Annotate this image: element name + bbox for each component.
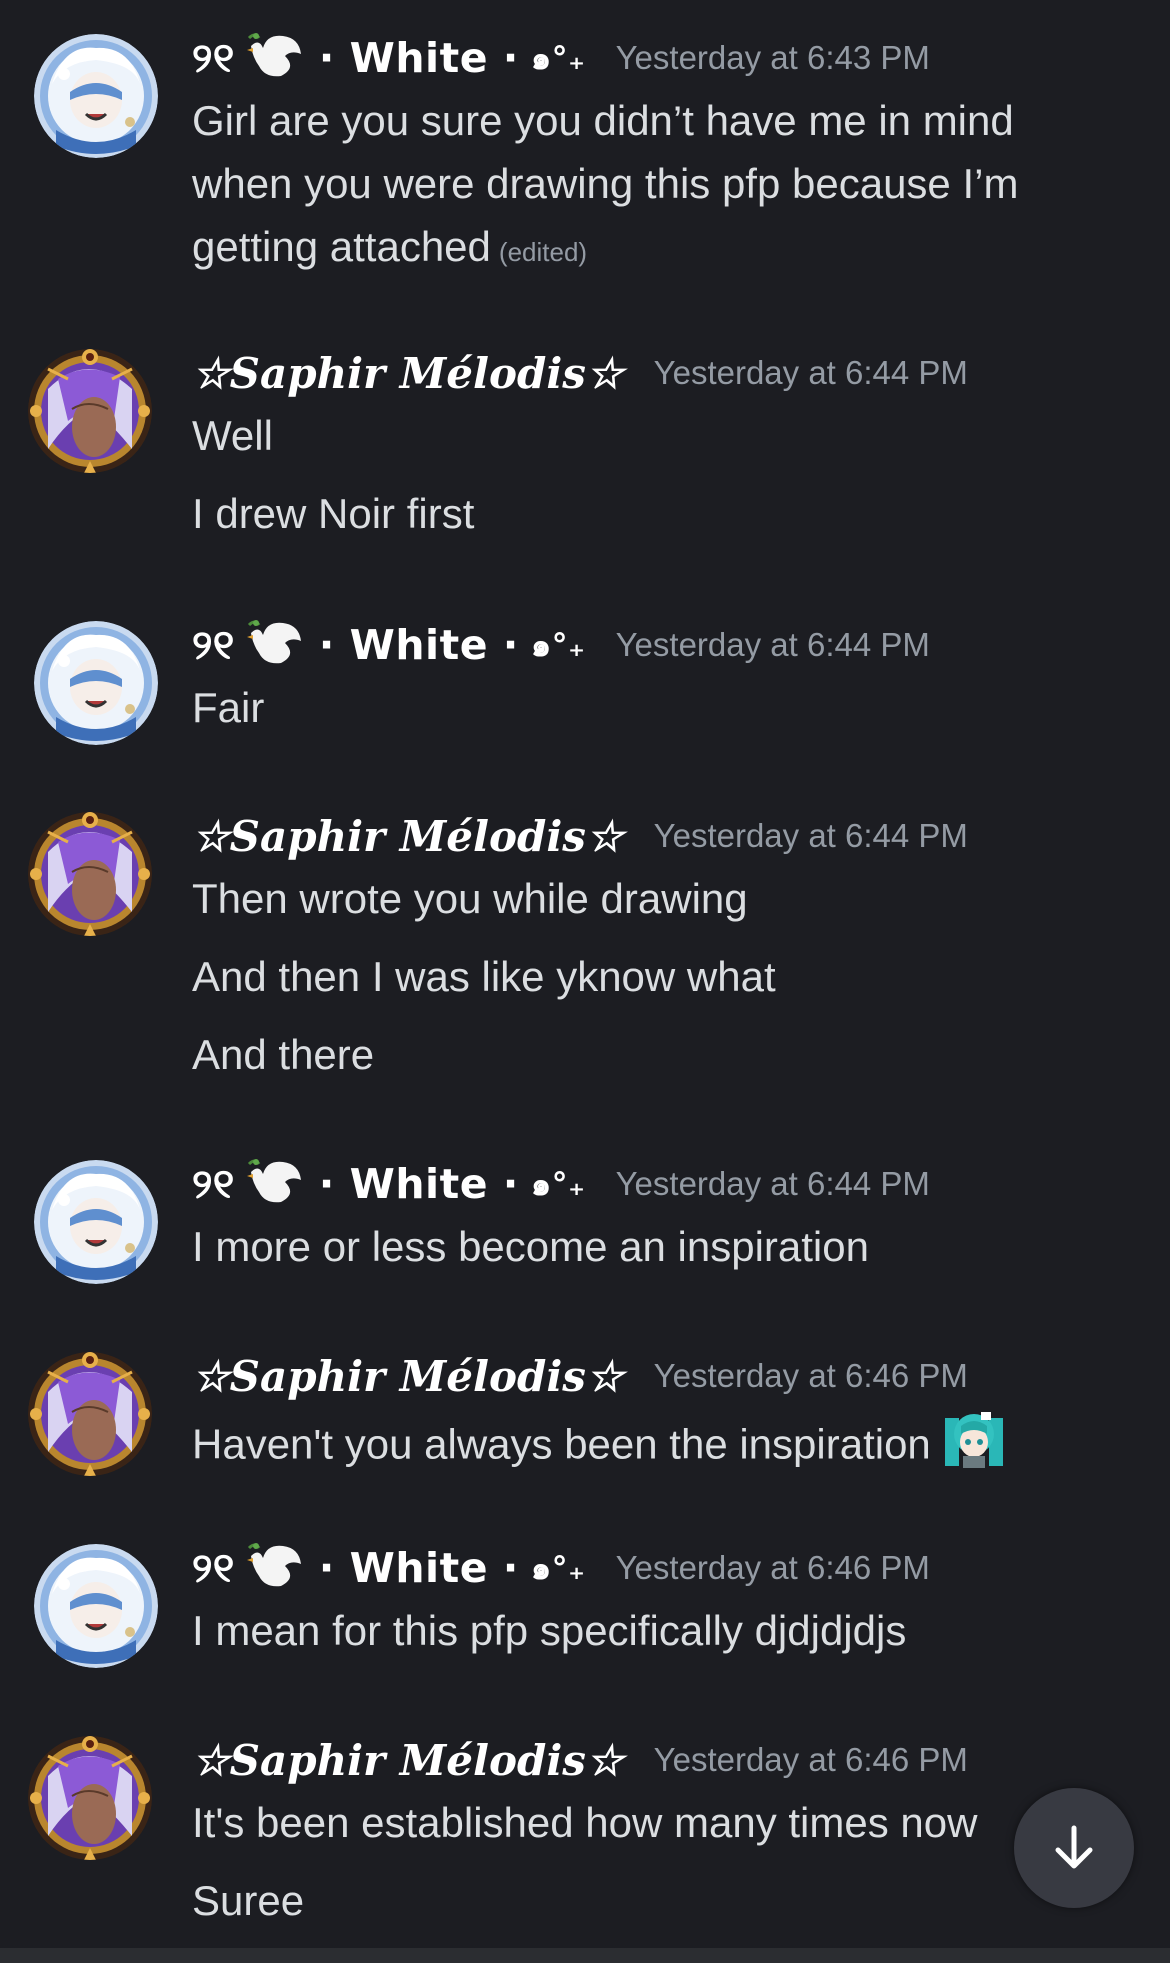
message-text-content: I mean for this pfp specifically djdjdjd… (192, 1607, 907, 1654)
message-text: Suree (192, 1870, 304, 1932)
username[interactable]: · White · (319, 1544, 519, 1592)
scroll-to-bottom-button[interactable] (1014, 1788, 1134, 1908)
timestamp: Yesterday at 6:46 PM (653, 1741, 968, 1778)
username[interactable]: ☆𝑺𝒂𝒑𝒉𝒊𝒓 𝑴𝒆́𝒍𝒐𝒅𝒊𝒔☆ (192, 1736, 624, 1785)
composer-edge (0, 1948, 1170, 1963)
message-text: Girl are you sure you didn’t have me in … (192, 90, 1014, 152)
timestamp: Yesterday at 6:46 PM (615, 1549, 930, 1586)
message-text: Then wrote you while drawing (192, 868, 748, 930)
message-text: Well (192, 405, 273, 467)
username-suffix[interactable]: ๑°₊ (531, 1159, 586, 1210)
message-header: ☆𝑺𝒂𝒑𝒉𝒊𝒓 𝑴𝒆́𝒍𝒐𝒅𝒊𝒔☆ Yesterday at 6:46 PM (192, 1732, 968, 1788)
message-header: ☆𝑺𝒂𝒑𝒉𝒊𝒓 𝑴𝒆́𝒍𝒐𝒅𝒊𝒔☆ Yesterday at 6:44 PM (192, 808, 968, 864)
username[interactable]: · White · (319, 34, 519, 82)
message-header: ୨୧ · White · ๑°₊ Yesterday at 6:43 PM (192, 30, 930, 86)
saphir-avatar[interactable] (28, 812, 152, 936)
username-suffix[interactable]: ๑°₊ (531, 620, 586, 671)
message-text: Fair (192, 677, 264, 739)
message-text-content: Well (192, 412, 273, 459)
username[interactable]: · White · (319, 621, 519, 669)
timestamp: Yesterday at 6:46 PM (653, 1357, 968, 1394)
username[interactable]: ☆𝑺𝒂𝒑𝒉𝒊𝒓 𝑴𝒆́𝒍𝒐𝒅𝒊𝒔☆ (192, 1352, 624, 1401)
username-prefix[interactable]: ୨୧ (192, 621, 235, 670)
message-text-content: Suree (192, 1877, 305, 1924)
message-text-content: I more or less become an inspiration (192, 1223, 869, 1270)
message-text: And there (192, 1024, 374, 1086)
message-header: ୨୧ · White · ๑°₊ Yesterday at 6:44 PM (192, 1156, 930, 1212)
message-text-content: And there (192, 1031, 375, 1078)
message-text-content: when you were drawing this pfp because I… (192, 160, 1019, 207)
message-text: It's been established how many times now (192, 1792, 977, 1854)
message-header: ☆𝑺𝒂𝒑𝒉𝒊𝒓 𝑴𝒆́𝒍𝒐𝒅𝒊𝒔☆ Yesterday at 6:46 PM (192, 1348, 968, 1404)
message-text: And then I was like yknow what (192, 946, 776, 1008)
username-prefix[interactable]: ୨୧ (192, 1544, 235, 1593)
message-text: getting attached (edited) (192, 216, 587, 283)
message-text-content: Haven't you always been the inspiration (192, 1420, 931, 1468)
message-text-content: getting attached (192, 223, 491, 270)
timestamp: Yesterday at 6:44 PM (653, 354, 968, 391)
message-text: I more or less become an inspiration (192, 1216, 869, 1278)
dove-emoji (245, 1538, 307, 1598)
username-suffix[interactable]: ๑°₊ (531, 33, 586, 84)
edited-label: (edited) (498, 237, 588, 267)
arrow-down-icon (1055, 1825, 1093, 1869)
saphir-avatar[interactable] (28, 1736, 152, 1860)
dove-emoji (245, 615, 307, 675)
message-header: ୨୧ · White · ๑°₊ Yesterday at 6:46 PM (192, 1540, 930, 1596)
username[interactable]: ☆𝑺𝒂𝒑𝒉𝒊𝒓 𝑴𝒆́𝒍𝒐𝒅𝒊𝒔☆ (192, 812, 624, 861)
white-avatar[interactable] (34, 1160, 158, 1284)
white-avatar[interactable] (34, 1544, 158, 1668)
white-avatar[interactable] (34, 621, 158, 745)
username-prefix[interactable]: ୨୧ (192, 1160, 235, 1209)
message-text-content: I drew Noir first (192, 490, 475, 537)
saphir-avatar[interactable] (28, 1352, 152, 1476)
timestamp: Yesterday at 6:43 PM (615, 39, 930, 76)
message-text: when you were drawing this pfp because I… (192, 153, 1018, 215)
dove-emoji (245, 1154, 307, 1214)
message-text-content: Fair (192, 684, 265, 731)
message-text: I drew Noir first (192, 483, 474, 545)
timestamp: Yesterday at 6:44 PM (615, 626, 930, 663)
message-text: I mean for this pfp specifically djdjdjd… (192, 1600, 906, 1662)
timestamp: Yesterday at 6:44 PM (615, 1165, 930, 1202)
message-header: ☆𝑺𝒂𝒑𝒉𝒊𝒓 𝑴𝒆́𝒍𝒐𝒅𝒊𝒔☆ Yesterday at 6:44 PM (192, 345, 968, 401)
dove-emoji (245, 28, 307, 88)
message-text-content: Girl are you sure you didn’t have me in … (192, 97, 1014, 144)
username-suffix[interactable]: ๑°₊ (531, 1543, 586, 1594)
username-prefix[interactable]: ୨୧ (192, 34, 235, 83)
message-header: ୨୧ · White · ๑°₊ Yesterday at 6:44 PM (192, 617, 930, 673)
message-text-content: And then I was like yknow what (192, 953, 776, 1000)
username[interactable]: · White · (319, 1160, 519, 1208)
username[interactable]: ☆𝑺𝒂𝒑𝒉𝒊𝒓 𝑴𝒆́𝒍𝒐𝒅𝒊𝒔☆ (192, 349, 624, 398)
message-text-content: Then wrote you while drawing (192, 875, 748, 922)
message-text: Haven't you always been the inspiration (192, 1408, 1005, 1487)
miku-emoji[interactable] (943, 1408, 1005, 1487)
message-text-content: It's been established how many times now (192, 1799, 978, 1846)
white-avatar[interactable] (34, 34, 158, 158)
saphir-avatar[interactable] (28, 349, 152, 473)
timestamp: Yesterday at 6:44 PM (653, 817, 968, 854)
